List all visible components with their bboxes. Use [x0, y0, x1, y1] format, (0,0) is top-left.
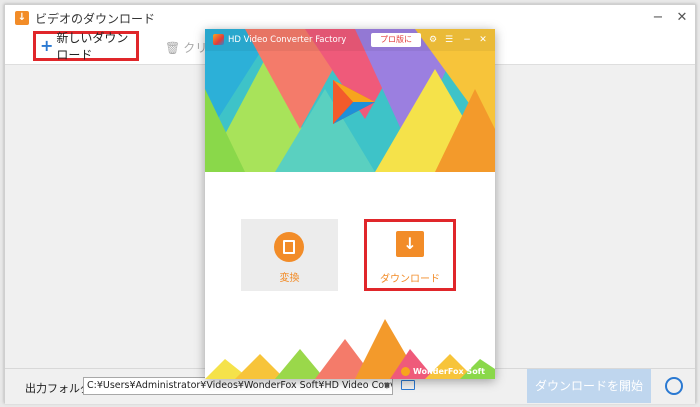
pro-upgrade-button[interactable]: プロ版に	[371, 33, 421, 47]
hero-banner: HD Video Converter Factory プロ版に ⚙ ☰ − ✕	[205, 29, 495, 172]
close-button[interactable]: ✕	[673, 9, 691, 27]
download-tile[interactable]: ↓ ダウンロード	[364, 219, 456, 291]
new-download-button[interactable]: + 新しいダウンロード	[33, 31, 139, 62]
wonderfox-brand: WonderFox Soft	[401, 367, 485, 376]
output-folder-field[interactable]: C:¥Users¥Administrator¥Videos¥WonderFox …	[83, 377, 393, 395]
wonderfox-logo-icon	[401, 367, 411, 376]
menu-icon[interactable]: ☰	[443, 33, 455, 47]
minimize-button[interactable]: −	[649, 9, 667, 27]
popup-title-text: HD Video Converter Factory	[228, 34, 347, 45]
plus-icon: +	[40, 36, 54, 55]
popup-close-button[interactable]: ✕	[477, 33, 489, 47]
gear-icon[interactable]: ⚙	[427, 33, 439, 47]
film-convert-icon	[274, 232, 304, 262]
window-title: ビデオのダウンロード	[35, 12, 156, 26]
brand-text: WonderFox Soft	[413, 367, 485, 376]
popup-minimize-button[interactable]: −	[461, 33, 473, 47]
new-download-label: 新しいダウンロード	[56, 31, 129, 62]
alarm-clock-icon[interactable]	[665, 377, 683, 395]
download-label: ダウンロード	[380, 274, 440, 285]
trash-icon: 🗑	[165, 40, 181, 55]
title-bar: ↓ ビデオのダウンロード − ✕	[5, 5, 695, 31]
download-app-icon: ↓	[15, 11, 29, 25]
convert-tile[interactable]: 変換	[241, 219, 338, 291]
download-arrow-icon: ↓	[396, 231, 424, 257]
popup-title: HD Video Converter Factory	[213, 34, 346, 45]
chevron-down-icon[interactable]: ▼	[381, 378, 393, 394]
converter-popup: HD Video Converter Factory プロ版に ⚙ ☰ − ✕ …	[205, 29, 495, 379]
app-logo-icon	[213, 34, 224, 45]
start-download-button[interactable]: ダウンロードを開始	[527, 369, 651, 403]
convert-label: 変換	[279, 273, 300, 284]
open-folder-icon[interactable]	[401, 380, 415, 390]
converter-logo-icon	[333, 80, 375, 124]
